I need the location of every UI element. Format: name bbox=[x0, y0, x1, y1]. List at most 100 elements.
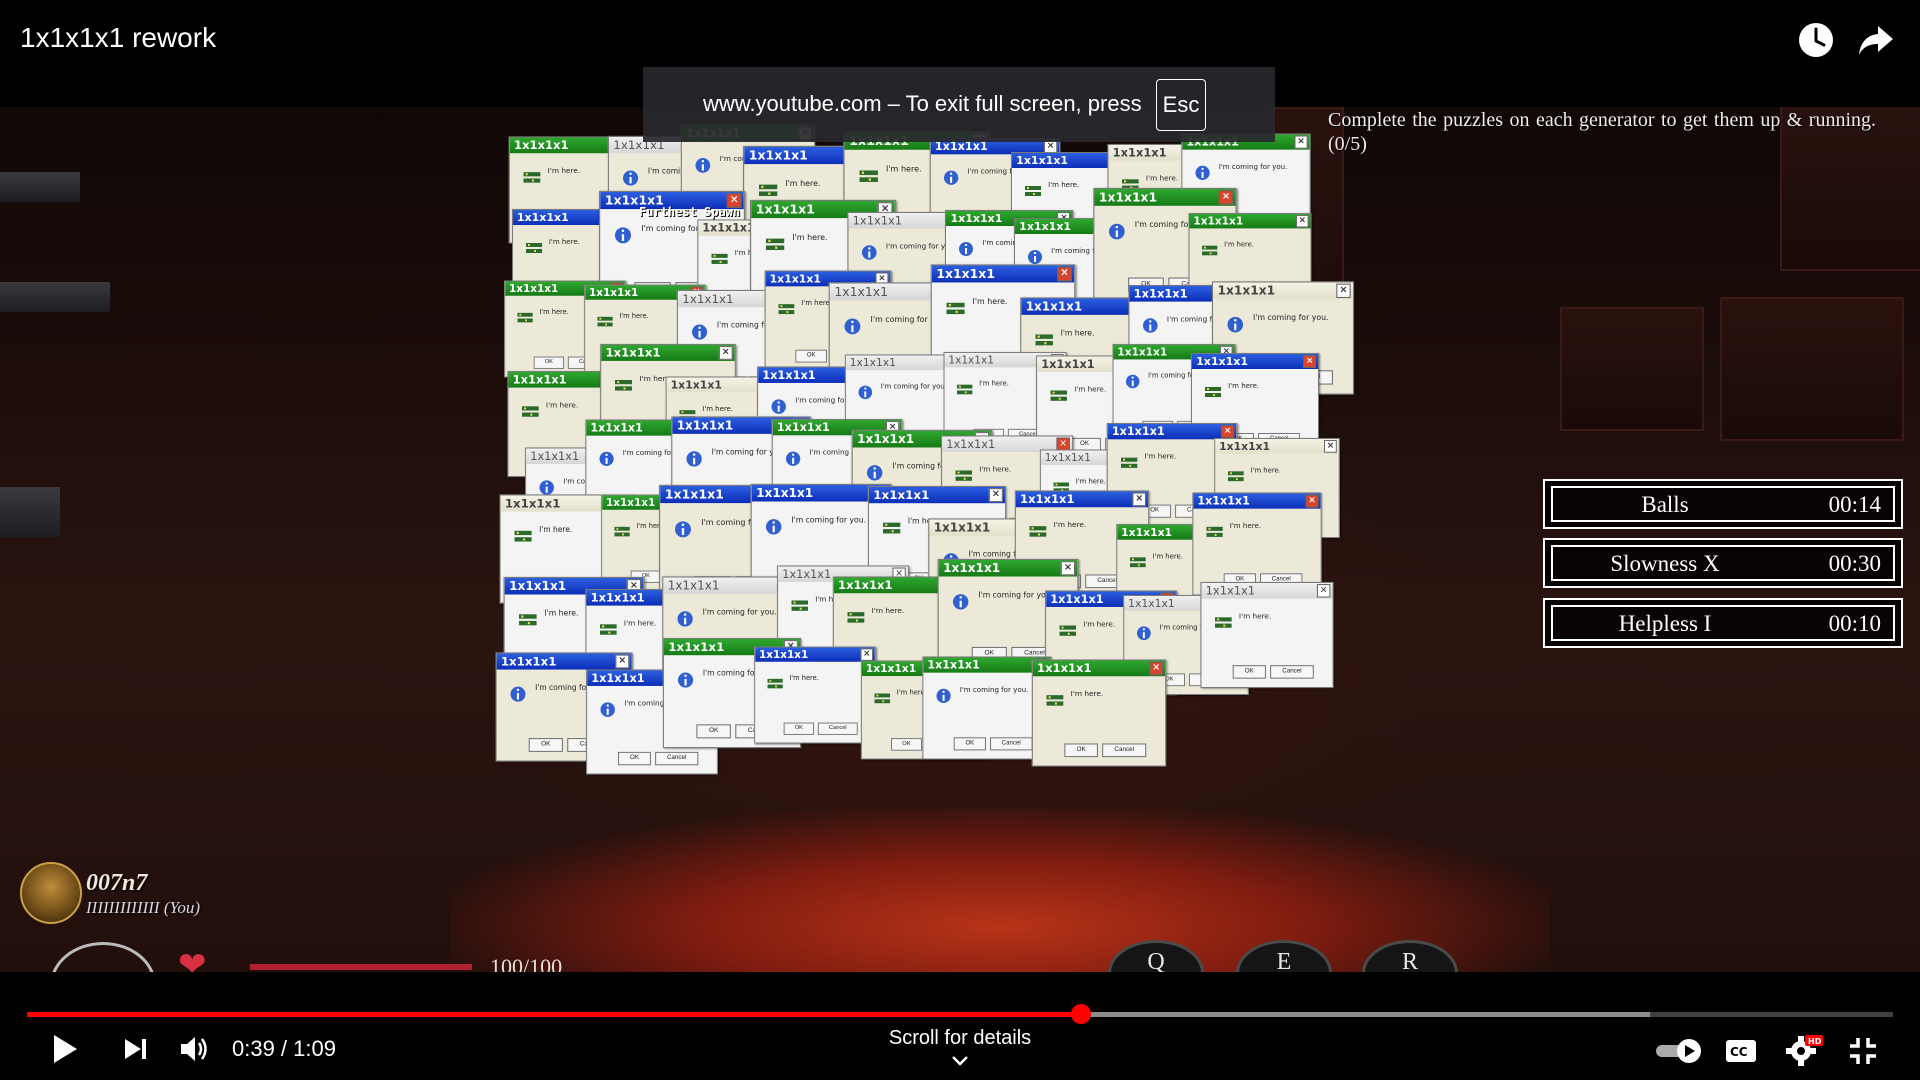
popup-message: I'm here. bbox=[547, 167, 580, 176]
ok-button[interactable]: OK bbox=[533, 356, 565, 369]
clock-icon[interactable] bbox=[1796, 20, 1836, 60]
popup-message: I'm coming for you. bbox=[1218, 162, 1288, 171]
popup-title-bar: 1x1x1x1 × bbox=[1214, 439, 1339, 454]
chip-icon bbox=[764, 235, 784, 253]
chip-icon bbox=[1227, 469, 1244, 485]
video-player[interactable]: 1x1x1x1×I'm here.OKCancel1x1x1x1×I'm com… bbox=[0, 0, 1920, 1080]
info-icon bbox=[952, 593, 970, 611]
volume-icon[interactable] bbox=[178, 1034, 210, 1069]
popup-title: 1x1x1x1 bbox=[1016, 154, 1069, 168]
close-icon[interactable]: × bbox=[988, 487, 1003, 502]
popup-message: I'm here. bbox=[1060, 328, 1095, 338]
chip-icon bbox=[1024, 183, 1042, 199]
ok-button[interactable]: OK bbox=[890, 738, 922, 751]
cancel-button[interactable]: Cancel bbox=[1270, 665, 1314, 679]
close-icon[interactable]: × bbox=[1295, 214, 1309, 228]
info-icon bbox=[866, 464, 884, 482]
autoplay-toggle-icon[interactable] bbox=[1655, 1038, 1705, 1069]
progress-bar[interactable] bbox=[27, 1004, 1893, 1024]
popup-message: I'm here. bbox=[539, 307, 570, 316]
popup-window[interactable]: 1x1x1x1×I'm here.OKCancel bbox=[753, 646, 876, 744]
popup-title-bar: 1x1x1x1 × bbox=[1192, 354, 1319, 370]
popup-message: I'm coming for you. bbox=[978, 590, 1054, 600]
ok-button[interactable]: OK bbox=[528, 737, 563, 752]
popup-title: 1x1x1x1 bbox=[853, 214, 903, 228]
info-icon bbox=[677, 610, 694, 627]
svg-text:HD: HD bbox=[1808, 1037, 1822, 1046]
close-icon[interactable]: × bbox=[1218, 190, 1234, 206]
popup-message: I'm here. bbox=[623, 619, 657, 628]
popup-title-bar: 1x1x1x1 × bbox=[1015, 491, 1148, 508]
play-icon[interactable] bbox=[50, 1032, 80, 1071]
close-icon[interactable]: × bbox=[1132, 492, 1146, 507]
popup-title: 1x1x1x1 bbox=[590, 671, 645, 686]
ok-button[interactable]: OK bbox=[1063, 743, 1098, 758]
close-icon[interactable]: × bbox=[860, 648, 873, 661]
popup-message: I'm here. bbox=[544, 608, 579, 618]
captions-icon[interactable]: CC bbox=[1725, 1038, 1757, 1069]
close-icon[interactable]: × bbox=[1336, 283, 1351, 299]
share-icon[interactable] bbox=[1856, 20, 1896, 60]
popup-title: 1x1x1x1 bbox=[512, 372, 567, 387]
popup-message: I'm here. bbox=[1229, 521, 1262, 530]
close-icon[interactable]: × bbox=[615, 654, 630, 669]
popup-title: 1x1x1x1 bbox=[590, 591, 645, 605]
popup-message: I'm here. bbox=[979, 379, 1010, 388]
popup-title: 1x1x1x1 bbox=[1218, 440, 1270, 453]
popup-message: I'm here. bbox=[1070, 690, 1103, 699]
info-icon bbox=[858, 385, 874, 401]
cancel-button[interactable]: Cancel bbox=[990, 737, 1033, 751]
popup-title-bar: 1x1x1x1 × bbox=[1201, 583, 1333, 599]
chip-icon bbox=[791, 597, 809, 613]
exit-fullscreen-icon[interactable] bbox=[1848, 1036, 1878, 1071]
close-icon[interactable]: × bbox=[1057, 266, 1072, 282]
ok-button[interactable]: OK bbox=[953, 737, 987, 751]
close-icon[interactable]: × bbox=[1323, 440, 1337, 453]
chip-icon bbox=[1120, 455, 1138, 471]
scroll-for-details[interactable]: Scroll for details bbox=[860, 1027, 1060, 1050]
status-effect-timer: 00:14 bbox=[1828, 492, 1881, 517]
ok-button[interactable]: OK bbox=[795, 349, 828, 363]
info-icon bbox=[691, 323, 708, 340]
info-icon bbox=[771, 398, 787, 414]
popup-message: I'm here. bbox=[545, 400, 578, 410]
cancel-button[interactable]: Cancel bbox=[1101, 743, 1146, 758]
cancel-button[interactable]: Cancel bbox=[654, 752, 698, 766]
close-icon[interactable]: × bbox=[1060, 560, 1076, 575]
close-icon[interactable]: × bbox=[1305, 494, 1319, 508]
popup-title: 1x1x1x1 bbox=[782, 567, 832, 581]
ok-button[interactable]: OK bbox=[696, 724, 731, 739]
popup-title: 1x1x1x1 bbox=[1019, 492, 1075, 507]
close-icon[interactable]: × bbox=[719, 345, 734, 360]
popup-title-bar: 1x1x1x1 × bbox=[1193, 493, 1321, 509]
close-icon[interactable]: × bbox=[1220, 424, 1234, 439]
close-icon[interactable]: × bbox=[1149, 661, 1163, 676]
wall-panel bbox=[1560, 307, 1704, 431]
popup-title-bar: 1x1x1x1 × bbox=[1032, 660, 1165, 677]
popup-title: 1x1x1x1 bbox=[1098, 190, 1157, 206]
popup-title: 1x1x1x1 bbox=[605, 496, 655, 510]
next-icon[interactable] bbox=[122, 1035, 150, 1068]
settings-icon[interactable]: HD bbox=[1785, 1033, 1825, 1072]
ok-button[interactable]: OK bbox=[1232, 665, 1266, 679]
progress-scrubber[interactable] bbox=[1071, 1004, 1092, 1024]
close-icon[interactable]: × bbox=[1303, 355, 1317, 369]
chevron-down-icon[interactable] bbox=[950, 1054, 970, 1073]
ok-button[interactable]: OK bbox=[617, 752, 651, 766]
video-title[interactable]: 1x1x1x1 rework bbox=[20, 22, 216, 54]
popup-message: I'm here. bbox=[1145, 174, 1179, 183]
popup-window[interactable]: 1x1x1x1×I'm here.OKCancel bbox=[1200, 582, 1334, 689]
close-icon[interactable]: × bbox=[1316, 584, 1331, 598]
svg-text:CC: CC bbox=[1730, 1045, 1748, 1059]
popup-window[interactable]: 1x1x1x1×I'm here.OKCancel bbox=[1192, 492, 1322, 596]
close-icon[interactable]: × bbox=[1294, 135, 1308, 149]
ok-button[interactable]: OK bbox=[783, 722, 814, 735]
popup-title: 1x1x1x1 bbox=[513, 138, 569, 153]
popup-title: 1x1x1x1 bbox=[590, 421, 644, 435]
chip-icon bbox=[858, 167, 878, 185]
popup-title: 1x1x1x1 bbox=[762, 368, 817, 382]
popup-window[interactable]: 1x1x1x1× I'm here. OKCancel bbox=[1031, 659, 1166, 767]
popup-message: I'm here. bbox=[1250, 466, 1281, 475]
cancel-button[interactable]: Cancel bbox=[817, 722, 858, 735]
player-tag: IIIIIIIIIIIII (You) bbox=[86, 898, 201, 917]
